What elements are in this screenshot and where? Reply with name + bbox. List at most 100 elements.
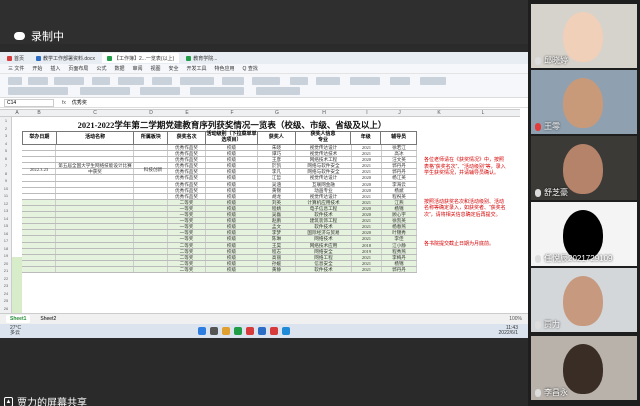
column-header[interactable]: D [134, 110, 168, 116]
table-cell-merged[interactable] [56, 218, 134, 224]
table-cell[interactable]: 建筑装饰工程 [296, 218, 352, 224]
table-cell-merged[interactable] [134, 187, 168, 193]
table-cell[interactable]: 信息安全 [296, 260, 352, 266]
table-cell[interactable]: 2020 [352, 181, 382, 187]
row-header[interactable]: 8 [0, 171, 12, 176]
table-cell[interactable]: 2021 [352, 145, 382, 151]
table-cell[interactable]: 2021 [352, 163, 382, 169]
menu-item[interactable]: 审阅 [132, 65, 142, 72]
sheet-tab[interactable]: Sheet1 [6, 315, 31, 323]
table-cell[interactable]: 江小静 [382, 242, 417, 248]
table-cell[interactable]: 吴磊 [258, 212, 296, 218]
table-cell[interactable]: 2021 [352, 236, 382, 242]
menu-item[interactable]: 公式 [96, 65, 106, 72]
table-cell[interactable]: 一等奖 [168, 205, 206, 212]
table-cell-merged[interactable] [22, 224, 56, 230]
table-cell-merged[interactable] [22, 236, 56, 242]
table-cell[interactable]: 优秀作品奖 [168, 187, 206, 193]
row-header[interactable]: 21 [0, 268, 12, 273]
table-cell[interactable]: 软件技术 [296, 266, 352, 272]
row-header[interactable]: 24 [0, 291, 12, 296]
row-header[interactable]: 11 [0, 193, 12, 198]
table-cell-merged[interactable] [134, 260, 168, 266]
pdf-icon[interactable] [270, 327, 278, 335]
table-cell[interactable]: 杨锦 [382, 205, 417, 212]
taskbar-clock[interactable]: 11:43 2022/6/1 [499, 326, 518, 336]
table-cell[interactable]: 2021 [352, 169, 382, 175]
table-cell[interactable]: 网络工程 [296, 254, 352, 260]
table-cell-merged[interactable] [134, 248, 168, 254]
table-cell[interactable]: 校级 [206, 187, 258, 193]
participant-tile[interactable]: 任悦辰2021729109 [531, 202, 637, 266]
table-cell[interactable]: 校级 [206, 193, 258, 199]
table-cell[interactable]: 杨春燕 [382, 224, 417, 230]
table-cell[interactable]: 网络技术应用 [296, 242, 352, 248]
participant-tile[interactable]: 邱晓婷 [531, 4, 637, 68]
formula-bar[interactable]: C14 fx 优秀奖 [0, 98, 528, 108]
table-cell[interactable]: 校级 [206, 218, 258, 224]
table-cell-merged[interactable] [56, 248, 134, 254]
table-cell[interactable]: 李梅丹 [382, 254, 417, 260]
table-cell[interactable]: 程志 [258, 248, 296, 254]
table-cell[interactable]: 校级 [206, 157, 258, 163]
row-header[interactable]: 2 [0, 126, 12, 131]
row-header[interactable]: 22 [0, 276, 12, 281]
row-header[interactable]: 18 [0, 246, 12, 251]
table-cell-merged[interactable] [22, 254, 56, 260]
table-cell[interactable]: 江哲 [258, 175, 296, 181]
menu-item[interactable]: 三 文件 [8, 65, 24, 72]
table-cell-merged[interactable] [134, 212, 168, 218]
column-header[interactable]: K [417, 110, 461, 116]
table-cell-merged[interactable] [134, 193, 168, 199]
recording-indicator[interactable]: 录制中 [14, 28, 64, 44]
table-cell[interactable]: 2020 [352, 157, 382, 163]
participant-tile[interactable]: 舒芝豪 [531, 136, 637, 200]
zoom-level[interactable]: 100% [509, 316, 522, 322]
column-header[interactable]: G [258, 110, 296, 116]
sheet-content[interactable]: 2021-2022学年第二学期党建教育序列获奖情况一览表（校级、市级、省级及以上… [12, 117, 520, 313]
table-cell-merged[interactable] [56, 212, 134, 218]
table-cell[interactable]: 2020 [352, 175, 382, 181]
search-icon[interactable] [210, 327, 218, 335]
menu-item[interactable]: 插入 [50, 65, 60, 72]
table-cell[interactable]: 校级 [206, 181, 258, 187]
participant-tile[interactable]: 贾力 [531, 268, 637, 332]
table-cell-merged[interactable] [134, 230, 168, 236]
table-cell[interactable]: 郭丹丹 [382, 169, 417, 175]
column-header[interactable]: A [12, 110, 22, 116]
row-header[interactable]: 12 [0, 201, 12, 206]
table-cell-merged[interactable] [56, 254, 134, 260]
table-cell-merged[interactable] [22, 248, 56, 254]
table-cell-merged[interactable] [22, 242, 56, 248]
row-header[interactable]: 10 [0, 186, 12, 191]
table-cell[interactable]: 2021 [352, 193, 382, 199]
table-cell[interactable]: 校级 [206, 175, 258, 181]
table-cell[interactable]: 二等奖 [168, 248, 206, 254]
table-cell-merged[interactable] [134, 145, 168, 151]
table-cell-merged[interactable] [134, 266, 168, 272]
row-header[interactable]: 20 [0, 261, 12, 266]
row-header[interactable]: 1 [0, 118, 12, 123]
table-cell-merged[interactable] [56, 242, 134, 248]
wps-icon[interactable] [234, 327, 242, 335]
table-cell[interactable]: 2020 [352, 212, 382, 218]
table-cell-merged[interactable] [134, 151, 168, 157]
table-cell[interactable]: 校级 [206, 254, 258, 260]
table-cell-merged[interactable] [134, 175, 168, 181]
table-cell[interactable]: 顾心宇 [382, 212, 417, 218]
table-cell[interactable]: 网络与软件安全 [296, 169, 352, 175]
table-cell[interactable]: 江燕 [382, 199, 417, 205]
row-header[interactable]: 9 [0, 178, 12, 183]
table-cell[interactable]: 网络技术 [296, 236, 352, 242]
weather-widget[interactable]: 27°C 多云 [10, 326, 21, 336]
table-cell-merged[interactable] [134, 218, 168, 224]
table-cell[interactable]: 2021 [352, 224, 382, 230]
table-cell-merged[interactable] [56, 224, 134, 230]
table-cell[interactable]: 徐若江 [382, 145, 417, 151]
table-cell[interactable]: 优秀作品奖 [168, 163, 206, 169]
table-cell[interactable]: 电子信息工程 [296, 205, 352, 212]
table-cell[interactable]: 孙媛 [258, 260, 296, 266]
table-cell[interactable]: 优秀作品奖 [168, 175, 206, 181]
table-cell-merged[interactable] [134, 254, 168, 260]
table-cell[interactable]: 李凡 [258, 169, 296, 175]
